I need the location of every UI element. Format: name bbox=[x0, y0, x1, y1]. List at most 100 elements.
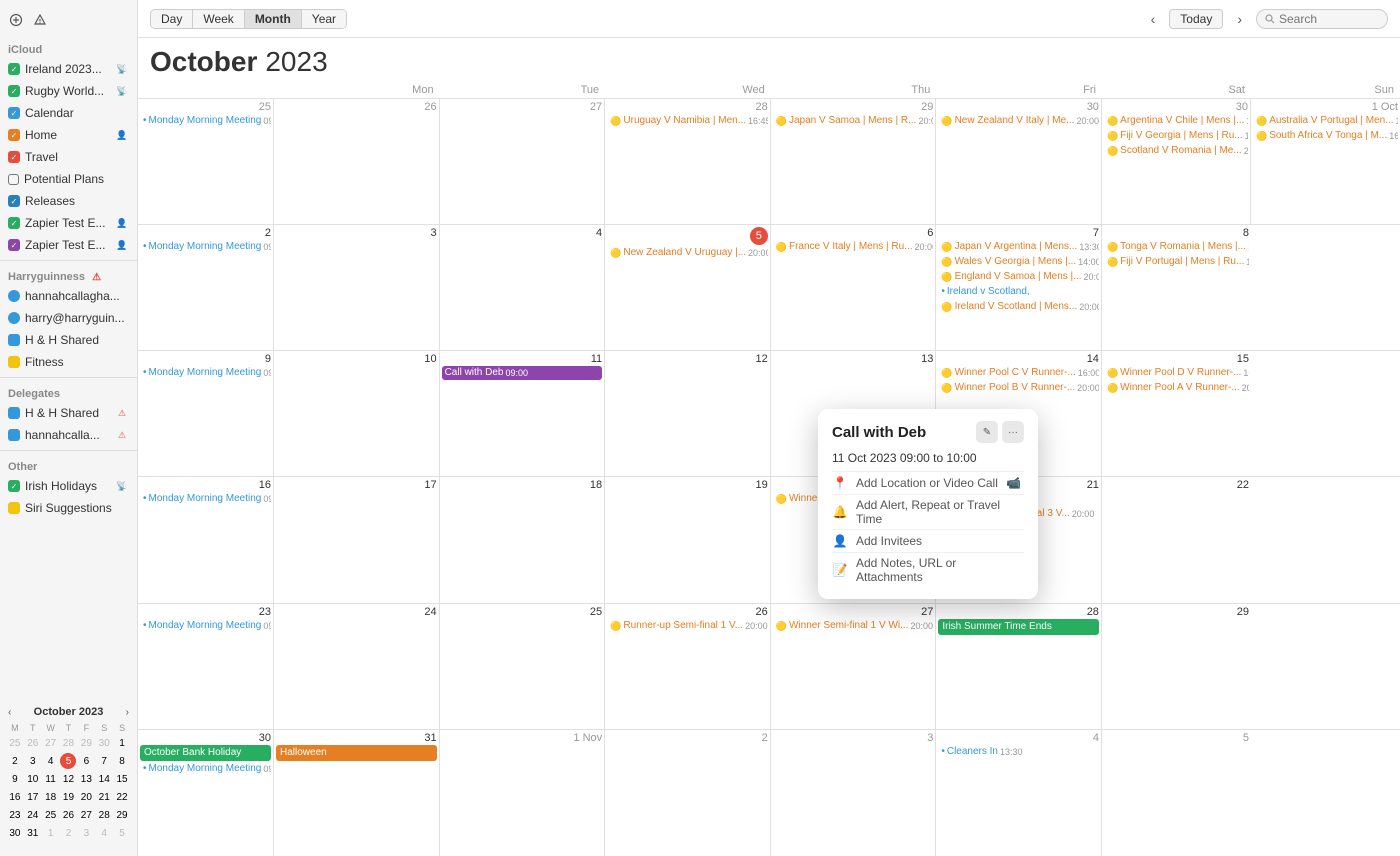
mini-day[interactable]: 6 bbox=[78, 753, 94, 769]
sidebar-item-hh-shared[interactable]: H & H Shared bbox=[0, 329, 137, 351]
event-monday-meeting-6[interactable]: Monday Morning Meeting 09:00 bbox=[140, 762, 271, 776]
event-newzealand-italy[interactable]: 🟡 New Zealand V Italy | Me... 20:00 bbox=[938, 114, 1099, 128]
event-wales-georgia[interactable]: 🟡 Wales V Georgia | Mens |... 14:00 bbox=[938, 255, 1099, 269]
event-monday-meeting[interactable]: Monday Morning Meeting 09:00 bbox=[140, 114, 271, 128]
cal-cell-sep30[interactable]: 30 🟡 New Zealand V Italy | Me... 20:00 bbox=[936, 99, 1102, 224]
event-japan-argentina[interactable]: 🟡 Japan V Argentina | Mens... 13:30 bbox=[938, 240, 1099, 254]
mini-day[interactable]: 28 bbox=[96, 807, 112, 823]
event-ireland-scotland-mens[interactable]: 🟡 Ireland V Scotland | Mens... 20:00 bbox=[938, 300, 1099, 314]
cal-cell-oct4[interactable]: 4 bbox=[440, 225, 606, 350]
video-call-icon[interactable]: 📹 bbox=[1006, 475, 1022, 491]
mini-day[interactable]: 26 bbox=[25, 735, 41, 751]
cal-cell-nov1[interactable]: 1 Nov bbox=[440, 730, 606, 856]
cal-cell-oct6[interactable]: 6 🟡 France V Italy | Mens | Ru... 20:00 bbox=[771, 225, 937, 350]
event-monday-meeting-2[interactable]: Monday Morning Meeting 09:00 bbox=[140, 240, 271, 254]
mini-day[interactable]: 10 bbox=[25, 771, 41, 787]
add-calendar-icon[interactable] bbox=[8, 12, 24, 28]
cal-cell-oct17[interactable]: 17 bbox=[274, 477, 440, 602]
cal-cell-oct25[interactable]: 25 bbox=[440, 604, 606, 729]
cal-cell-oct26[interactable]: 26 🟡 Runner-up Semi-final 1 V... 20:00 bbox=[605, 604, 771, 729]
view-week-btn[interactable]: Week bbox=[193, 10, 244, 28]
mini-day[interactable]: 8 bbox=[114, 753, 130, 769]
cal-cell-nov2[interactable]: 2 bbox=[605, 730, 771, 856]
event-winner-sf1[interactable]: 🟡 Winner Semi-final 1 V Wi... 20:00 bbox=[773, 619, 934, 633]
mini-day[interactable]: 18 bbox=[43, 789, 59, 805]
sidebar-item-hannah[interactable]: hannahcallagha... bbox=[0, 285, 137, 307]
event-tonga-romania[interactable]: 🟡 Tonga V Romania | Mens |... 12:00 bbox=[1104, 240, 1249, 254]
mini-day[interactable]: 29 bbox=[78, 735, 94, 751]
search-box[interactable] bbox=[1256, 9, 1388, 29]
sidebar-item-calendar[interactable]: ✓ Calendar bbox=[0, 102, 137, 124]
mini-day[interactable]: 30 bbox=[96, 735, 112, 751]
alert-icon[interactable] bbox=[32, 12, 48, 28]
popup-location-row[interactable]: 📍 Add Location or Video Call 📹 bbox=[832, 471, 1024, 494]
event-october-bank[interactable]: October Bank Holiday bbox=[140, 745, 271, 761]
cal-cell-oct29[interactable]: 29 bbox=[1102, 604, 1251, 729]
search-input[interactable] bbox=[1279, 12, 1379, 26]
cal-cell-oct3[interactable]: 3 bbox=[274, 225, 440, 350]
popup-alert-row[interactable]: 🔔 Add Alert, Repeat or Travel Time bbox=[832, 494, 1024, 529]
sidebar-item-travel[interactable]: ✓ Travel bbox=[0, 146, 137, 168]
event-cleaners-in-4[interactable]: Cleaners In 13:30 bbox=[938, 745, 1099, 759]
popup-invitees-row[interactable]: 👤 Add Invitees bbox=[832, 529, 1024, 552]
mini-day[interactable]: 2 bbox=[60, 825, 76, 841]
cal-cell-sep27[interactable]: 27 bbox=[440, 99, 606, 224]
event-monday-meeting-4[interactable]: Monday Morning Meeting 09:00 bbox=[140, 492, 271, 506]
mini-day[interactable]: 11 bbox=[43, 771, 59, 787]
cal-cell-nov5[interactable]: 5 bbox=[1102, 730, 1251, 856]
sidebar-item-harry[interactable]: harry@harryguin... bbox=[0, 307, 137, 329]
mini-day[interactable]: 25 bbox=[7, 735, 23, 751]
mini-day[interactable]: 9 bbox=[7, 771, 23, 787]
mini-day[interactable]: 30 bbox=[7, 825, 23, 841]
event-southafrica-tonga[interactable]: 🟡 South Africa V Tonga | M... 16:45 bbox=[1253, 129, 1398, 143]
cal-cell-nov3[interactable]: 3 bbox=[771, 730, 937, 856]
event-ireland-scotland[interactable]: Ireland v Scotland, bbox=[938, 285, 1099, 299]
event-irish-summer[interactable]: Irish Summer Time Ends bbox=[938, 619, 1099, 635]
cal-cell-sep30-sat[interactable]: 30 🟡 Argentina V Chile | Mens |... 14:00… bbox=[1102, 99, 1251, 224]
cal-cell-oct12[interactable]: 12 bbox=[605, 351, 771, 476]
mini-day[interactable]: 3 bbox=[25, 753, 41, 769]
cal-cell-oct19[interactable]: 19 bbox=[605, 477, 771, 602]
popup-notes-row[interactable]: 📝 Add Notes, URL or Attachments bbox=[832, 552, 1024, 587]
mini-cal-next[interactable]: › bbox=[124, 707, 131, 718]
mini-day[interactable]: 21 bbox=[96, 789, 112, 805]
cal-cell-sep29[interactable]: 29 🟡 Japan V Samoa | Mens | R... 20:00 bbox=[771, 99, 937, 224]
cal-cell-oct16[interactable]: 16 Monday Morning Meeting 09:00 bbox=[138, 477, 274, 602]
sidebar-item-zapier1[interactable]: ✓ Zapier Test E... 👤 bbox=[0, 212, 137, 234]
event-winner-pool-b[interactable]: 🟡 Winner Pool B V Runner-... 20:00 bbox=[938, 381, 1099, 395]
cal-cell-oct8[interactable]: 8 🟡 Tonga V Romania | Mens |... 12:00 🟡 … bbox=[1102, 225, 1251, 350]
mini-day[interactable]: 5 bbox=[114, 825, 130, 841]
mini-day[interactable]: 25 bbox=[43, 807, 59, 823]
event-fiji-georgia[interactable]: 🟡 Fiji V Georgia | Mens | Ru... 16:45 bbox=[1104, 129, 1248, 143]
cal-cell-oct24[interactable]: 24 bbox=[274, 604, 440, 729]
cal-cell-oct18[interactable]: 18 bbox=[440, 477, 606, 602]
mini-day[interactable]: 15 bbox=[114, 771, 130, 787]
sidebar-item-siri[interactable]: Siri Suggestions bbox=[0, 497, 137, 519]
event-winner-pool-d[interactable]: 🟡 Winner Pool D V Runner-... 16:00 bbox=[1104, 366, 1249, 380]
cal-cell-oct27[interactable]: 27 🟡 Winner Semi-final 1 V Wi... 20:00 bbox=[771, 604, 937, 729]
mini-day[interactable]: 4 bbox=[96, 825, 112, 841]
mini-day[interactable]: 12 bbox=[60, 771, 76, 787]
cal-cell-oct30[interactable]: 30 October Bank Holiday Monday Morning M… bbox=[138, 730, 274, 856]
event-call-deb[interactable]: Call with Deb 09:00 bbox=[442, 366, 603, 380]
mini-day[interactable]: 19 bbox=[60, 789, 76, 805]
event-runner-sf1[interactable]: 🟡 Runner-up Semi-final 1 V... 20:00 bbox=[607, 619, 768, 633]
mini-day[interactable]: 1 bbox=[43, 825, 59, 841]
sidebar-item-potential[interactable]: Potential Plans bbox=[0, 168, 137, 190]
sidebar-item-delegate-hh[interactable]: H & H Shared ⚠ bbox=[0, 402, 137, 424]
popup-edit-btn[interactable]: ✎ bbox=[976, 421, 998, 443]
view-year-btn[interactable]: Year bbox=[302, 10, 346, 28]
event-newzealand-uruguay[interactable]: 🟡 New Zealand V Uruguay |... 20:00 bbox=[607, 246, 768, 260]
event-winner-pool-c[interactable]: 🟡 Winner Pool C V Runner-... 16:00 bbox=[938, 366, 1099, 380]
mini-day[interactable]: 1 bbox=[114, 735, 130, 751]
mini-day[interactable]: 31 bbox=[25, 825, 41, 841]
sidebar-item-fitness[interactable]: Fitness bbox=[0, 351, 137, 373]
mini-day[interactable]: 20 bbox=[78, 789, 94, 805]
event-uruguay-namibia[interactable]: 🟡 Uruguay V Namibia | Men... 16:45 bbox=[607, 114, 768, 128]
mini-day[interactable]: 23 bbox=[7, 807, 23, 823]
mini-day[interactable]: 27 bbox=[43, 735, 59, 751]
view-month-btn[interactable]: Month bbox=[245, 10, 302, 28]
today-btn[interactable]: Today bbox=[1169, 9, 1223, 29]
cal-cell-oct5[interactable]: 5 🟡 New Zealand V Uruguay |... 20:00 bbox=[605, 225, 771, 350]
event-france-italy[interactable]: 🟡 France V Italy | Mens | Ru... 20:00 bbox=[773, 240, 934, 254]
